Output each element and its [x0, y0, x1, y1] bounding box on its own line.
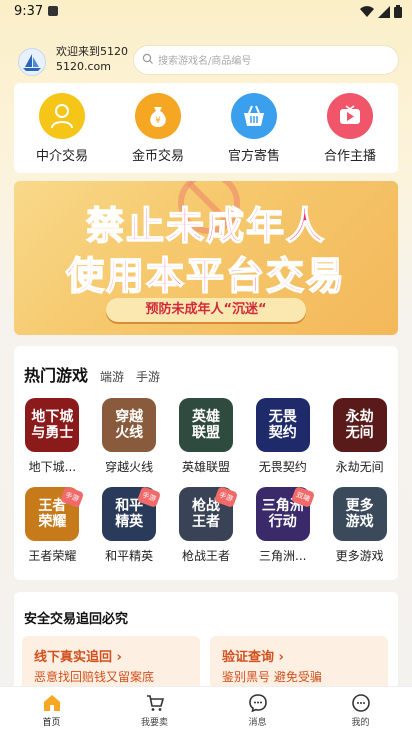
game-icon-text: 永劫 无间	[345, 409, 374, 441]
tab-messages[interactable]: 消息	[206, 687, 309, 733]
card-subtitle: 恶意找回赔钱又留案底	[34, 670, 155, 684]
game-label: 枪战王者	[181, 549, 230, 563]
site-logo[interactable]	[18, 48, 46, 76]
game-grid: 地下城 与勇士 地下城... 穿越 火线 穿越火线 英雄 联盟 英雄联盟 无畏 契约 无畏契约…	[14, 398, 398, 564]
game-item[interactable]: 无畏 契约 无畏契约	[244, 398, 321, 475]
tab-home[interactable]: 首页	[0, 687, 103, 733]
game-icon-text: 英雄 联盟	[191, 409, 220, 441]
game-icon: 地下城 与勇士	[25, 398, 80, 452]
minor-warning-banner[interactable]: 禁止未成年人 使用本平台交易 预防未成年人“沉迷“	[14, 181, 398, 335]
service-label: 合作主播	[323, 149, 376, 164]
bottom-tab-bar: 首页 我要卖 消息 我的	[0, 686, 412, 733]
games-title: 热门游戏	[24, 366, 89, 385]
tab-sell[interactable]: 我要卖	[103, 687, 206, 733]
game-label: 更多游戏	[335, 549, 384, 563]
game-icon: 永劫 无间	[332, 398, 387, 452]
system-icons	[360, 5, 402, 18]
game-icon-text: 和平 精英	[115, 498, 144, 530]
profile-icon	[351, 694, 370, 712]
service-label: 中介交易	[35, 149, 88, 164]
header: 欢迎来到5120 5120.com	[14, 44, 398, 78]
signal-icon	[378, 5, 390, 18]
welcome-text: 欢迎来到5120 5120.com	[56, 44, 128, 74]
game-label: 无畏契约	[258, 460, 307, 474]
game-icon: 英雄 联盟	[178, 398, 233, 452]
search-input[interactable]	[156, 50, 390, 72]
cart-icon	[146, 695, 164, 711]
game-item[interactable]: 枪战 王者 手游枪战王者	[168, 486, 245, 564]
battery-icon	[394, 5, 402, 18]
games-header: 热门游戏 端游 手游	[24, 362, 160, 386]
card-title: 线下真实追回 ›	[34, 650, 122, 665]
game-icon-text: 无畏 契约	[268, 409, 297, 441]
service-coin-trade[interactable]: ¥ 金币交易	[110, 83, 206, 173]
home-icon	[43, 695, 60, 711]
video-play-icon	[327, 93, 373, 139]
game-icon: 更多 游戏	[332, 487, 387, 541]
svg-text:¥: ¥	[155, 116, 161, 126]
game-item[interactable]: 三角洲 行动 双端三角洲...	[244, 486, 321, 564]
search-icon	[142, 53, 153, 64]
tab-label: 消息	[248, 718, 267, 728]
safe-trade-title: 安全交易追回必究	[24, 612, 129, 627]
card-title: 验证查询 ›	[222, 650, 284, 665]
message-icon	[248, 694, 267, 713]
game-icon: 王者 荣耀 手游	[25, 486, 85, 541]
game-item[interactable]: 穿越 火线 穿越火线	[91, 398, 168, 475]
service-label: 官方寄售	[227, 149, 280, 164]
game-icon: 枪战 王者 手游	[178, 486, 239, 541]
game-label: 永劫无间	[335, 460, 384, 474]
site-domain: 5120.com	[56, 60, 111, 73]
tab-label: 首页	[42, 718, 61, 728]
service-agent-trade[interactable]: 中介交易	[14, 83, 110, 173]
game-label: 穿越火线	[105, 460, 154, 474]
agent-person-icon	[39, 93, 85, 139]
game-label: 三角洲...	[259, 549, 307, 563]
banner-headline-2: 使用本平台交易	[65, 253, 346, 299]
game-icon: 和平 精英 手游	[102, 486, 162, 541]
search-box[interactable]	[134, 46, 398, 74]
status-time: 9:37	[14, 4, 44, 19]
game-icon-text: 穿越 火线	[115, 409, 144, 441]
shopping-basket-icon	[231, 93, 277, 139]
hot-games-section: 热门游戏 端游 手游 地下城 与勇士 地下城... 穿越 火线 穿越火线 英雄 联盟 英雄…	[14, 346, 398, 580]
notification-icon	[48, 6, 58, 16]
tab-label: 我要卖	[140, 718, 168, 728]
service-label: 金币交易	[131, 149, 184, 164]
tab-label: 我的	[351, 718, 370, 728]
service-official-consign[interactable]: 官方寄售	[206, 83, 302, 173]
welcome-line: 欢迎来到5120	[56, 45, 128, 58]
money-bag-icon: ¥	[135, 93, 181, 139]
game-label: 地下城...	[28, 460, 77, 474]
game-label: 和平精英	[105, 549, 154, 563]
tab-pc-games[interactable]: 端游	[100, 368, 124, 385]
wifi-icon	[360, 5, 374, 17]
game-icon: 无畏 契约	[255, 398, 310, 452]
game-label: 英雄联盟	[181, 460, 230, 474]
card-subtitle: 鉴别黑号 避免受骗	[222, 670, 322, 684]
game-item[interactable]: 王者 荣耀 手游王者荣耀	[14, 486, 91, 564]
game-icon-text: 王者 荣耀	[38, 498, 67, 530]
tab-mobile-games[interactable]: 手游	[136, 368, 160, 385]
game-item[interactable]: 地下城 与勇士地下城...	[14, 398, 91, 475]
game-icon: 三角洲 行动 双端	[255, 486, 315, 541]
banner-headline-1: 禁止未成年人	[85, 203, 326, 249]
game-icon-text: 地下城 与勇士	[31, 409, 74, 441]
status-bar: 9:37	[0, 0, 412, 24]
game-item[interactable]: 更多 游戏 更多游戏	[321, 487, 398, 564]
service-shortcuts: 中介交易 ¥ 金币交易 官方寄售 合作主播	[14, 83, 398, 173]
service-partner-streamer[interactable]: 合作主播	[302, 83, 398, 173]
game-icon: 穿越 火线	[102, 398, 157, 452]
game-label: 王者荣耀	[28, 549, 77, 563]
game-icon-text: 枪战 王者	[191, 498, 220, 530]
game-item[interactable]: 永劫 无间 永劫无间	[321, 398, 398, 475]
game-icon-text: 更多 游戏	[345, 498, 374, 530]
sail-logo-icon	[23, 54, 41, 71]
game-item[interactable]: 英雄 联盟 英雄联盟	[168, 398, 245, 475]
banner-ribbon: 预防未成年人“沉迷“	[106, 298, 306, 322]
game-item[interactable]: 和平 精英 手游和平精英	[91, 486, 168, 564]
tab-profile[interactable]: 我的	[309, 687, 412, 733]
